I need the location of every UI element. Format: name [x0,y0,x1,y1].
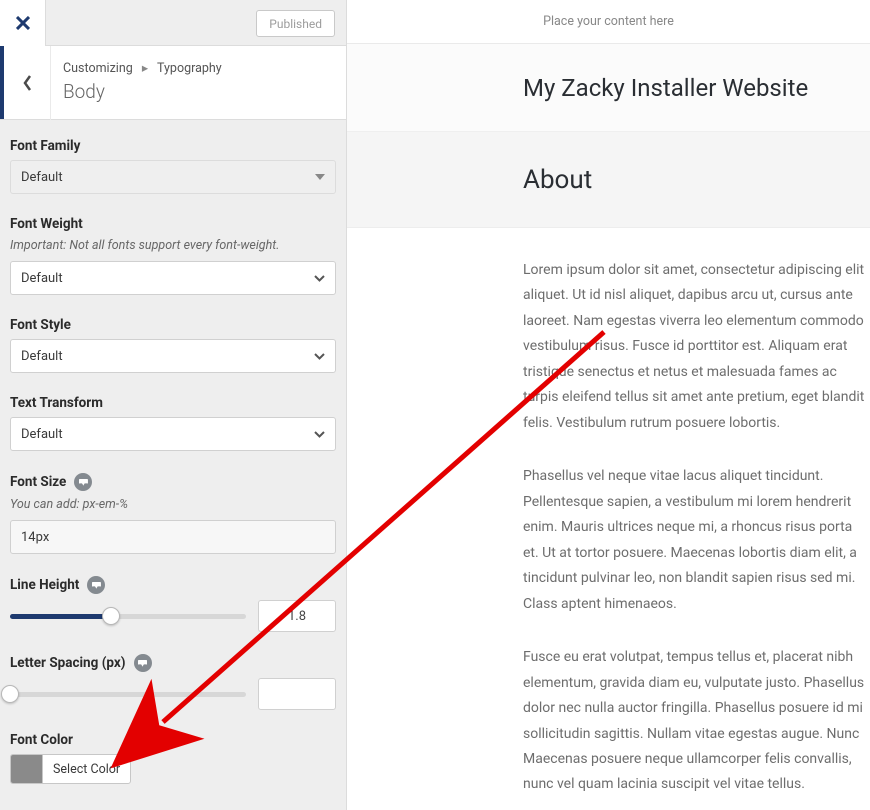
content-paragraph: Fusce eu erat volutpat, tempus tellus et… [523,645,870,798]
font-style-label: Font Style [10,317,336,333]
letter-spacing-control: Letter Spacing (px) [10,654,336,710]
dropdown-caret-icon [315,174,325,180]
info-icon[interactable] [74,473,92,491]
line-height-label: Line Height [10,576,336,594]
font-family-value: Default [21,170,63,185]
font-color-control: Font Color Select Color [10,732,336,787]
font-size-input[interactable]: 14px [10,520,336,554]
close-icon [16,16,30,30]
font-weight-value: Default [21,271,63,286]
site-preview: Place your content here My Zacky Install… [347,0,870,810]
text-transform-select[interactable]: Default [10,417,336,451]
font-weight-label: Font Weight [10,216,336,232]
font-family-select[interactable]: Default [10,160,336,194]
font-size-control: Font Size You can add: px-em-% 14px [10,473,336,554]
letter-spacing-label: Letter Spacing (px) [10,654,336,672]
chevron-left-icon [22,74,33,92]
color-swatch [11,755,43,783]
font-family-control: Font Family Default [10,138,336,194]
letter-spacing-label-text: Letter Spacing (px) [10,655,126,671]
page-title: About [523,165,592,195]
slider-thumb[interactable] [1,685,19,703]
font-size-label-text: Font Size [10,474,66,490]
letter-spacing-slider[interactable] [10,680,246,708]
publish-status-label: Published [269,17,322,31]
font-weight-control: Font Weight Important: Not all fonts sup… [10,216,336,295]
content-paragraph: Phasellus vel neque vitae lacus aliquet … [523,464,870,617]
line-height-number-input[interactable]: 1.8 [258,600,336,632]
chevron-down-icon [314,349,325,364]
breadcrumb: Customizing ▸ Typography [63,60,222,76]
close-button[interactable] [0,0,46,46]
line-height-value: 1.8 [288,609,306,624]
section-title: Body [63,80,222,103]
text-transform-value: Default [21,427,63,442]
font-size-hint: You can add: px-em-% [10,497,336,512]
text-transform-label: Text Transform [10,395,336,411]
font-weight-hint: Important: Not all fonts support every f… [10,238,336,253]
line-height-control: Line Height 1.8 [10,576,336,632]
back-button[interactable] [4,46,51,120]
font-style-select[interactable]: Default [10,339,336,373]
line-height-slider[interactable] [10,602,246,630]
site-title[interactable]: My Zacky Installer Website [523,74,808,102]
accent-stripe [0,46,4,119]
info-icon[interactable] [134,654,152,672]
line-height-label-text: Line Height [10,577,79,593]
font-color-picker-button[interactable]: Select Color [10,754,131,784]
breadcrumb-level-1: Customizing [63,61,133,76]
letter-spacing-number-input[interactable] [258,678,336,710]
controls-area: Font Family Default Font Weight Importan… [0,120,346,787]
customizer-panel: Published Customizing ▸ Typography Body … [0,0,347,810]
page-content: Lorem ipsum dolor sit amet, consectetur … [347,228,870,798]
font-family-label: Font Family [10,138,336,154]
customizer-titlebar: Customizing ▸ Typography Body [0,46,346,120]
info-icon[interactable] [87,576,105,594]
breadcrumb-separator: ▸ [142,61,148,76]
page-header: About [347,132,870,228]
font-size-value: 14px [21,530,49,545]
chevron-down-icon [314,271,325,286]
slider-thumb[interactable] [102,607,120,625]
font-style-value: Default [21,349,63,364]
font-style-control: Font Style Default [10,317,336,373]
content-paragraph: Lorem ipsum dolor sit amet, consectetur … [523,258,870,436]
publish-status-button[interactable]: Published [256,10,335,37]
breadcrumb-level-2: Typography [157,61,222,76]
font-weight-select[interactable]: Default [10,261,336,295]
font-color-label: Font Color [10,732,336,748]
font-size-label: Font Size [10,473,336,491]
site-header: My Zacky Installer Website [347,44,870,132]
customizer-topbar: Published [0,0,346,46]
text-transform-control: Text Transform Default [10,395,336,451]
font-color-button-label: Select Color [43,762,130,777]
preview-notice: Place your content here [347,0,870,44]
chevron-down-icon [314,427,325,442]
